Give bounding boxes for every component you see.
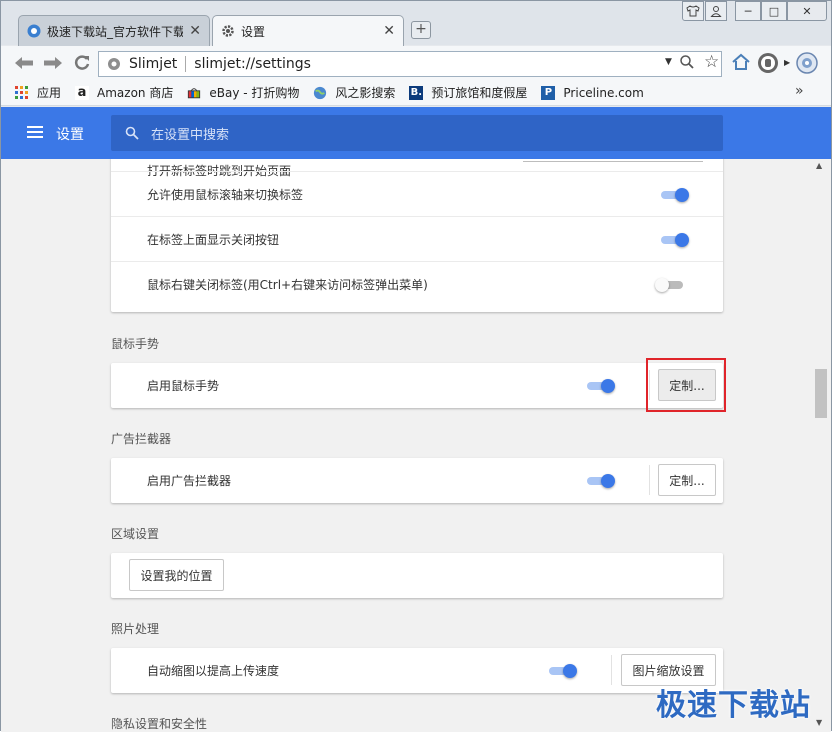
search-placeholder: 在设置中搜索 bbox=[151, 127, 230, 143]
gear-icon bbox=[222, 25, 234, 37]
settings-search-input[interactable]: 在设置中搜索 bbox=[111, 115, 723, 151]
partial-row: 打开新标签时跳到开始页面 bbox=[111, 159, 723, 178]
close-tab-icon[interactable]: ✕ bbox=[383, 23, 395, 39]
right-click-close-toggle[interactable] bbox=[655, 278, 685, 292]
adblock-hand-icon[interactable] bbox=[757, 52, 779, 77]
hamburger-menu-icon[interactable] bbox=[27, 125, 45, 142]
auto-resize-toggle[interactable] bbox=[547, 664, 577, 678]
url-text[interactable]: slimjet://settings bbox=[194, 56, 311, 72]
tab-title: 设置 bbox=[241, 24, 266, 39]
scroll-up-arrow-icon[interactable]: ▲ bbox=[816, 161, 822, 170]
ad-blocker-card: 启用广告拦截器 定制... bbox=[111, 458, 723, 503]
photo-card: 自动缩图以提高上传速度 图片缩放设置 bbox=[111, 648, 723, 693]
forward-arrow-icon[interactable] bbox=[42, 53, 64, 73]
row-label: 自动缩图以提高上传速度 bbox=[147, 664, 280, 678]
scroll-switch-tabs-toggle[interactable] bbox=[659, 188, 689, 202]
settings-content: 打开新标签时跳到开始页面 允许使用鼠标滚轴来切换标签 在标签上面显示关闭按钮 鼠… bbox=[1, 159, 813, 732]
vertical-scrollbar[interactable] bbox=[813, 159, 831, 732]
search-icon bbox=[125, 126, 139, 140]
setting-row-auto-resize: 自动缩图以提高上传速度 图片缩放设置 bbox=[111, 648, 723, 693]
reload-icon[interactable] bbox=[71, 53, 93, 73]
row-label: 启用鼠标手势 bbox=[147, 379, 220, 393]
bookmark-label: Priceline.com bbox=[563, 85, 644, 100]
scroll-down-arrow-icon[interactable]: ▼ bbox=[816, 718, 822, 727]
show-close-button-toggle[interactable] bbox=[659, 233, 689, 247]
bookmark-ebay[interactable]: eBay - 打折购物 bbox=[187, 84, 299, 101]
watermark: 极速下载站 bbox=[656, 688, 811, 723]
highlight-box bbox=[646, 358, 726, 412]
new-tab-button[interactable]: + bbox=[411, 21, 431, 39]
setting-row-right-click-close: 鼠标右键关闭标签(用Ctrl+右键来访问标签弹出菜单) bbox=[111, 261, 723, 306]
scrollbar-thumb[interactable] bbox=[815, 369, 827, 418]
amazon-icon: a bbox=[75, 85, 90, 100]
page-title: 设置 bbox=[56, 127, 84, 143]
setting-row-show-close-button: 在标签上面显示关闭按钮 bbox=[111, 216, 723, 261]
divider bbox=[611, 655, 612, 685]
address-bar[interactable]: Slimjet slimjet://settings bbox=[98, 51, 722, 77]
bookmark-apps[interactable]: 应用 bbox=[15, 84, 61, 101]
close-tab-icon[interactable]: ✕ bbox=[189, 23, 201, 39]
site-name: Slimjet bbox=[129, 56, 178, 72]
globe-settings-icon[interactable] bbox=[795, 51, 819, 78]
bookmark-star-icon[interactable]: ☆ bbox=[704, 52, 719, 72]
minimize-button[interactable]: ─ bbox=[735, 1, 761, 21]
set-location-button[interactable]: 设置我的位置 bbox=[129, 559, 224, 591]
apps-grid-icon bbox=[15, 85, 29, 100]
tab-settings[interactable]: 设置 ✕ bbox=[212, 15, 404, 46]
divider bbox=[649, 465, 650, 495]
ad-blocker-toggle[interactable] bbox=[585, 474, 615, 488]
bookmark-label: 风之影搜索 bbox=[335, 86, 396, 100]
tab-download-site[interactable]: 极速下载站_官方软件下载 ✕ bbox=[18, 15, 210, 46]
section-title-photo: 照片处理 bbox=[111, 622, 160, 636]
ad-blocker-customize-button[interactable]: 定制... bbox=[658, 464, 716, 496]
section-title-privacy: 隐私设置和安全性 bbox=[111, 717, 208, 731]
bookmark-fengzhiying[interactable]: 风之影搜索 bbox=[313, 84, 395, 101]
globe-icon bbox=[313, 86, 327, 100]
setting-row-mouse-gestures: 启用鼠标手势 定制... bbox=[111, 363, 723, 408]
booking-icon: B. bbox=[409, 85, 424, 100]
region-card: 设置我的位置 bbox=[111, 553, 723, 598]
site-info-icon[interactable] bbox=[107, 57, 121, 71]
tabs-settings-card: 打开新标签时跳到开始页面 允许使用鼠标滚轴来切换标签 在标签上面显示关闭按钮 鼠… bbox=[111, 159, 723, 312]
dropdown-underline[interactable] bbox=[523, 161, 703, 162]
back-arrow-icon[interactable] bbox=[13, 53, 35, 73]
row-label: 允许使用鼠标滚轴来切换标签 bbox=[147, 187, 304, 202]
section-title-ad-blocker: 广告拦截器 bbox=[111, 432, 172, 446]
row-label: 鼠标右键关闭标签(用Ctrl+右键来访问标签弹出菜单) bbox=[147, 277, 428, 292]
mouse-gestures-card: 启用鼠标手势 定制... bbox=[111, 363, 723, 408]
site-favicon-icon bbox=[27, 24, 41, 38]
tab-strip: 极速下载站_官方软件下载 ✕ 设置 ✕ + ─ □ ✕ bbox=[1, 1, 831, 46]
bookmark-label: eBay - 打折购物 bbox=[209, 86, 300, 100]
bookmark-label: 预订旅馆和度假屋 bbox=[431, 86, 528, 100]
browser-window: 极速下载站_官方软件下载 ✕ 设置 ✕ + ─ □ ✕ Slimjet slim… bbox=[0, 0, 832, 732]
setting-row-scroll-switch-tabs: 允许使用鼠标滚轴来切换标签 bbox=[111, 171, 723, 216]
tab-title: 极速下载站_官方软件下载 bbox=[47, 24, 184, 39]
menu-arrow-icon[interactable]: ▶ bbox=[784, 58, 790, 67]
dropdown-arrow-icon[interactable]: ▼ bbox=[665, 57, 672, 67]
bookmarks-overflow-button[interactable]: » bbox=[795, 83, 804, 99]
user-profile-icon[interactable] bbox=[705, 1, 727, 21]
bookmark-booking[interactable]: B. 预订旅馆和度假屋 bbox=[409, 84, 527, 101]
close-window-button[interactable]: ✕ bbox=[787, 1, 827, 21]
row-label: 在标签上面显示关闭按钮 bbox=[147, 232, 280, 247]
setting-row-ad-blocker: 启用广告拦截器 定制... bbox=[111, 458, 723, 503]
bookmark-amazon[interactable]: a Amazon 商店 bbox=[75, 84, 173, 101]
bookmark-label: 应用 bbox=[37, 86, 62, 100]
ebay-icon bbox=[187, 86, 201, 100]
bookmark-priceline[interactable]: P Priceline.com bbox=[541, 85, 644, 100]
omnibox-divider bbox=[185, 56, 187, 72]
priceline-icon: P bbox=[541, 85, 556, 100]
section-title-region: 区域设置 bbox=[111, 527, 160, 541]
row-label: 启用广告拦截器 bbox=[147, 474, 232, 488]
settings-header: 设置 在设置中搜索 bbox=[1, 107, 831, 159]
section-title-mouse-gestures: 鼠标手势 bbox=[111, 337, 160, 351]
maximize-button[interactable]: □ bbox=[761, 1, 787, 21]
bookmark-label: Amazon 商店 bbox=[97, 86, 174, 100]
mouse-gestures-toggle[interactable] bbox=[585, 379, 615, 393]
skin-shirt-icon[interactable] bbox=[682, 1, 704, 21]
home-icon[interactable] bbox=[731, 53, 751, 74]
zoom-magnifier-icon[interactable] bbox=[679, 54, 695, 73]
bookmarks-bar: 应用 a Amazon 商店 eBay - 打折购物 风之影搜索 B. 预订旅馆… bbox=[1, 80, 831, 106]
